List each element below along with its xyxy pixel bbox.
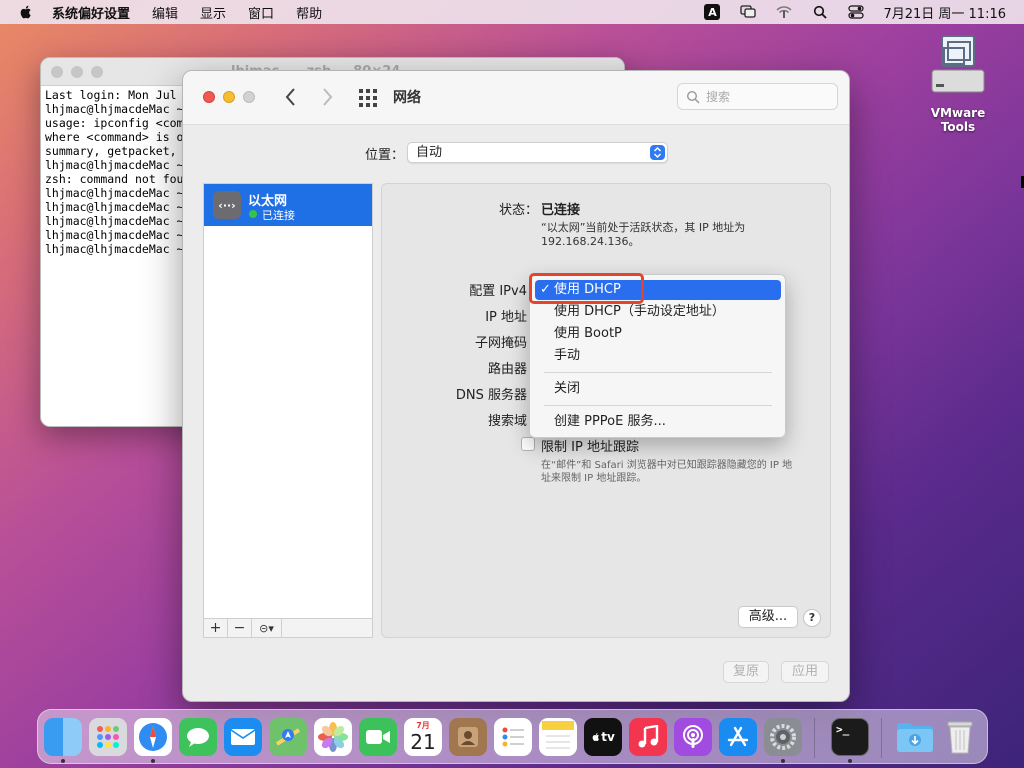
status-value: 已连接 (541, 203, 581, 218)
connected-status-dot (249, 210, 257, 218)
subnet-mask-label: 子网掩码 (474, 336, 527, 351)
apple-icon (592, 733, 600, 741)
running-indicator (781, 759, 785, 763)
menu-separator (544, 405, 772, 406)
location-value: 自动 (416, 145, 443, 160)
terminal-minimize-button[interactable] (71, 66, 83, 78)
menu-item-create-pppoe[interactable]: 创建 PPPoE 服务... (535, 412, 781, 432)
running-indicator (848, 759, 852, 763)
menu-edit[interactable]: 编辑 (152, 3, 178, 22)
menu-item-off[interactable]: 关闭 (535, 379, 781, 399)
menu-item-bootp[interactable]: 使用 BootP (535, 324, 781, 344)
search-domains-label: 搜索域 (487, 414, 527, 429)
location-label: 位置： (365, 148, 405, 163)
status-description: “以太网”当前处于活跃状态，其 IP 地址为 192.168.24.136。 (541, 221, 746, 248)
terminal-zoom-button[interactable] (91, 66, 103, 78)
service-item-ethernet[interactable]: ‹··› 以太网 已连接 (204, 184, 372, 226)
router-label: 路由器 (487, 362, 527, 377)
trash-icon[interactable] (941, 718, 979, 756)
configure-ipv4-label: 配置 IPv4 (469, 284, 527, 299)
apple-tv-label: tv (601, 730, 615, 744)
service-action-menu-button[interactable]: ⊝▾ (252, 619, 282, 637)
close-button[interactable] (203, 91, 215, 103)
running-indicator (61, 759, 65, 763)
control-center-icon[interactable] (847, 4, 865, 20)
maps-icon[interactable] (269, 718, 307, 756)
dock-separator (881, 718, 882, 758)
menubar-clock[interactable]: 7月21日 周一 11:16 (883, 3, 1006, 22)
show-all-grid-icon[interactable] (359, 89, 377, 107)
facetime-icon[interactable] (359, 718, 397, 756)
wifi-icon[interactable] (775, 4, 793, 20)
messages-icon[interactable] (179, 718, 217, 756)
popup-stepper-icon (650, 145, 665, 160)
help-button[interactable]: ? (803, 609, 821, 627)
menu-item-manual[interactable]: 手动 (535, 346, 781, 366)
system-preferences-icon[interactable] (764, 718, 802, 756)
contacts-icon[interactable] (449, 718, 487, 756)
calendar-day: 21 (410, 730, 436, 754)
revert-button[interactable]: 复原 (723, 661, 769, 683)
search-placeholder: 搜索 (706, 90, 731, 104)
notes-icon[interactable] (539, 718, 577, 756)
input-method-icon[interactable]: A (703, 4, 721, 20)
running-indicator (151, 759, 155, 763)
downloads-folder-icon[interactable] (896, 718, 934, 756)
window-toolbar[interactable]: 网络 搜索 (183, 71, 849, 125)
apple-icon[interactable] (18, 4, 34, 20)
mail-icon[interactable] (224, 718, 262, 756)
service-status: 已连接 (262, 209, 295, 222)
photos-icon[interactable] (314, 718, 352, 756)
terminal-close-button[interactable] (51, 66, 63, 78)
vmware-tools-desktop-icon[interactable]: VMware Tools (912, 32, 1004, 134)
menubar: 系统偏好设置 编辑 显示 窗口 帮助 A 7月21日 周一 11:16 (0, 0, 1024, 24)
location-select[interactable]: 自动 (407, 142, 668, 163)
zoom-button[interactable] (243, 91, 255, 103)
annotation-highlight-box (529, 273, 644, 304)
minimize-button[interactable] (223, 91, 235, 103)
ethernet-icon: ‹··› (213, 191, 241, 219)
limit-ip-tracking-checkbox[interactable] (521, 437, 535, 451)
safari-icon[interactable] (134, 718, 172, 756)
menu-app-name[interactable]: 系统偏好设置 (52, 3, 130, 22)
disk-icon (931, 35, 985, 93)
menu-item-dhcp-manual[interactable]: 使用 DHCP（手动设定地址） (535, 302, 781, 322)
spotlight-icon[interactable] (811, 4, 829, 20)
apple-tv-icon[interactable]: tv (584, 718, 622, 756)
dns-server-label: DNS 服务器 (455, 388, 527, 403)
limit-ip-tracking-label[interactable]: 限制 IP 地址跟踪 (541, 436, 639, 455)
podcasts-icon[interactable] (674, 718, 712, 756)
vmware-tools-label: VMware Tools (930, 106, 986, 134)
menu-window[interactable]: 窗口 (248, 3, 274, 22)
add-service-button[interactable]: + (204, 619, 228, 637)
launchpad-icon[interactable] (89, 718, 127, 756)
menu-view[interactable]: 显示 (200, 3, 226, 22)
service-list-toolbar: + − ⊝▾ (203, 618, 373, 638)
chevron-right-icon[interactable] (319, 86, 335, 108)
search-icon (686, 90, 700, 104)
remove-service-button[interactable]: − (228, 619, 252, 637)
status-label: 状态： (499, 203, 539, 218)
dock-separator (814, 718, 815, 758)
reminders-icon[interactable] (494, 718, 532, 756)
app-store-icon[interactable] (719, 718, 757, 756)
search-input[interactable]: 搜索 (677, 83, 838, 110)
window-title: 网络 (393, 90, 421, 106)
limit-ip-tracking-description: 在“邮件”和 Safari 浏览器中对已知跟踪器隐藏您的 IP 地址来限制 IP… (541, 460, 793, 484)
finder-icon[interactable] (44, 718, 82, 756)
calendar-icon[interactable]: 7月 21 (404, 718, 442, 756)
music-icon[interactable] (629, 718, 667, 756)
service-list[interactable]: ‹··› 以太网 已连接 (203, 183, 373, 638)
apply-button[interactable]: 应用 (781, 661, 829, 683)
advanced-button[interactable]: 高级... (738, 606, 798, 628)
terminal-icon[interactable]: >_ (831, 718, 869, 756)
menu-separator (544, 372, 772, 373)
screen-mirroring-icon[interactable] (739, 4, 757, 20)
menu-help[interactable]: 帮助 (296, 3, 322, 22)
dock: 7月 21 tv >_ (37, 709, 988, 764)
chevron-left-icon[interactable] (283, 86, 299, 108)
ip-address-label: IP 地址 (485, 310, 527, 325)
